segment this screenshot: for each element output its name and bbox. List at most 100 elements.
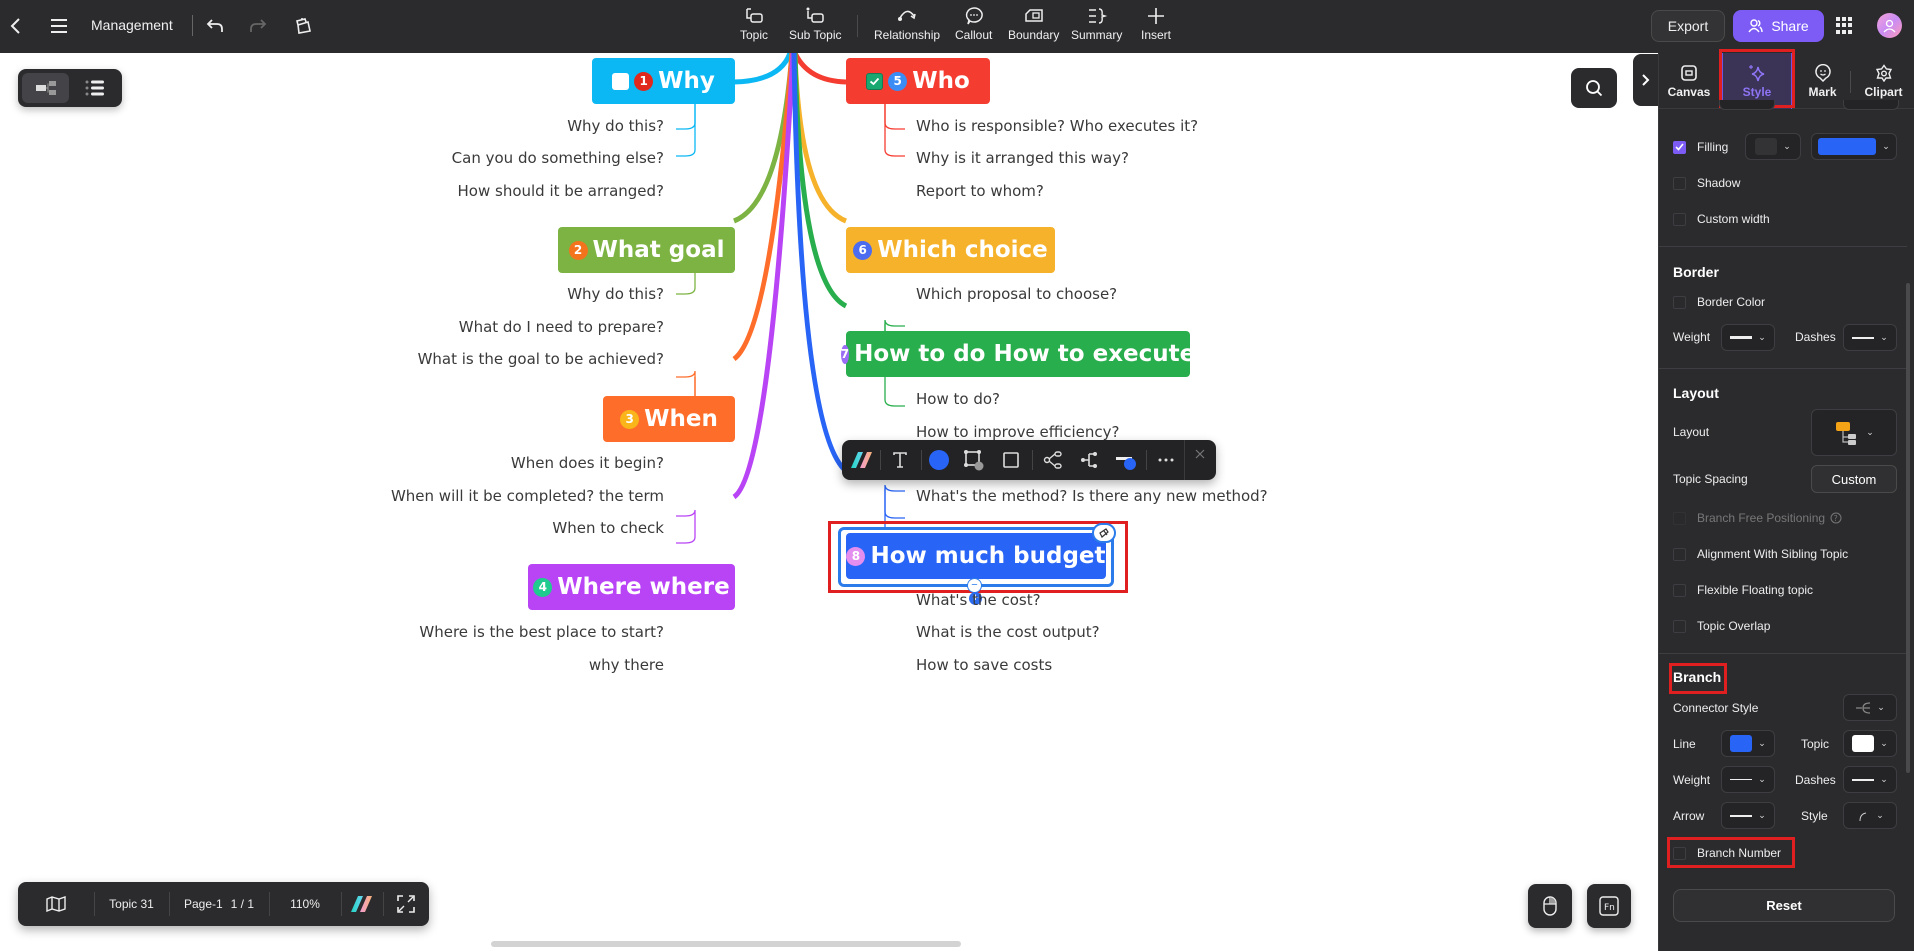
menu-button[interactable] — [46, 13, 72, 39]
horizontal-scrollbar[interactable] — [491, 941, 961, 947]
topic-overlap-checkbox[interactable] — [1673, 619, 1686, 633]
share-button[interactable]: Share — [1733, 10, 1824, 42]
fill-pattern-dropdown[interactable]: ⌄ — [1745, 133, 1801, 160]
subtopic[interactable]: When to check — [552, 519, 664, 537]
help-icon[interactable]: ? — [1830, 512, 1842, 524]
subtopic[interactable]: What is the goal to be achieved? — [418, 350, 664, 368]
ai-button[interactable] — [850, 448, 874, 472]
fill-color-dropdown[interactable]: ⌄ — [1811, 133, 1897, 160]
topic-how-to-execute[interactable]: 7 How to do How to execute — [840, 331, 1195, 377]
user-avatar[interactable] — [1877, 13, 1902, 38]
topic-spacing-button[interactable]: Custom — [1811, 465, 1897, 493]
topic-where[interactable]: 4 Where where — [528, 564, 735, 610]
search-button[interactable] — [1571, 68, 1617, 108]
subtopic[interactable]: Can you do something else? — [452, 149, 664, 167]
border-dashes-dropdown[interactable]: ⌄ — [1843, 324, 1897, 351]
line-style-button[interactable] — [1114, 448, 1138, 472]
branch-style-dropdown[interactable]: ⌄ — [1843, 802, 1897, 829]
border-style-button[interactable] — [962, 448, 986, 472]
topic-when[interactable]: 3 When — [603, 396, 735, 442]
alignment-sibling-checkbox[interactable] — [1673, 547, 1686, 561]
format-painter-button[interactable] — [290, 13, 316, 39]
outline-view-button[interactable] — [71, 73, 118, 103]
arrow-dropdown[interactable]: ⌄ — [1721, 802, 1775, 829]
document-title[interactable]: Management — [91, 17, 173, 33]
subtopic-tool[interactable]: Sub Topic — [789, 6, 841, 48]
topic-who[interactable]: 5 Who — [846, 58, 990, 104]
branch-dashes-dropdown[interactable]: ⌄ — [1843, 766, 1897, 793]
subtopic[interactable]: How to do? — [916, 390, 1000, 408]
alignment-sibling-option[interactable]: Alignment With Sibling Topic — [1673, 544, 1848, 564]
custom-width-option[interactable]: Custom width — [1673, 209, 1770, 229]
subtopic[interactable]: Who is responsible? Who executes it? — [916, 117, 1198, 135]
mindmap-view-button[interactable] — [22, 73, 69, 103]
filling-option[interactable]: Filling — [1673, 137, 1728, 157]
export-button[interactable]: Export — [1651, 10, 1725, 42]
subtopic[interactable]: What's the cost? — [916, 591, 1041, 609]
apps-grid-icon[interactable] — [1836, 17, 1853, 34]
line-color-dropdown[interactable]: ⌄ — [1721, 730, 1775, 757]
page-indicator[interactable]: Page-1 1 / 1 — [169, 882, 269, 926]
topic-which-choice[interactable]: 6 Which choice — [846, 227, 1055, 273]
subtopic[interactable]: Why do this? — [567, 117, 664, 135]
subtopic[interactable]: What do I need to prepare? — [459, 318, 664, 336]
collapse-panel-button[interactable] — [1633, 54, 1658, 106]
tab-canvas[interactable]: Canvas — [1659, 53, 1719, 109]
reset-button[interactable]: Reset — [1673, 889, 1895, 922]
redo-button[interactable] — [245, 13, 271, 39]
subtopic[interactable]: why there — [589, 656, 664, 674]
subtopic[interactable]: Where is the best place to start? — [419, 623, 664, 641]
minimap-button[interactable] — [18, 882, 94, 926]
branch-weight-dropdown[interactable]: ⌄ — [1721, 766, 1775, 793]
flexible-floating-option[interactable]: Flexible Floating topic — [1673, 580, 1813, 600]
undo-button[interactable] — [202, 13, 228, 39]
branch-number-option[interactable]: Branch Number — [1673, 843, 1781, 863]
topic-color-dropdown[interactable]: ⌄ — [1843, 730, 1897, 757]
flexible-floating-checkbox[interactable] — [1673, 583, 1686, 597]
shape-button[interactable] — [999, 448, 1023, 472]
shape-size-dropdown[interactable] — [1843, 100, 1899, 110]
zoom-level[interactable]: 110% — [269, 882, 341, 926]
subtopic[interactable]: How should it be arranged? — [458, 182, 664, 200]
topic-why[interactable]: 1 Why — [592, 58, 735, 104]
mindmap-canvas[interactable]: 1 Why Why do this? Can you do something … — [0, 53, 1658, 951]
style-brush-button[interactable] — [1092, 523, 1116, 543]
tab-mark[interactable]: Mark — [1795, 53, 1850, 109]
shape-dropdown[interactable] — [1719, 100, 1775, 110]
subtopic[interactable]: Which proposal to choose? — [916, 285, 1117, 303]
function-keys-button[interactable]: Fn — [1587, 884, 1631, 928]
close-toolbar-button[interactable] — [1188, 442, 1212, 466]
text-style-button[interactable] — [888, 448, 912, 472]
filling-checkbox[interactable] — [1673, 140, 1686, 154]
ai-assistant-button[interactable] — [341, 882, 383, 926]
summary-tool[interactable]: Summary — [1071, 6, 1122, 48]
callout-tool[interactable]: Callout — [955, 6, 992, 48]
custom-width-checkbox[interactable] — [1673, 212, 1686, 226]
connector-button[interactable] — [1078, 448, 1102, 472]
boundary-tool[interactable]: Boundary — [1008, 6, 1059, 48]
back-button[interactable] — [3, 13, 29, 39]
topic-how-much-budget[interactable]: 8 How much budget — [846, 533, 1106, 579]
shadow-option[interactable]: Shadow — [1673, 173, 1740, 193]
fill-color-button[interactable] — [927, 448, 951, 472]
border-weight-dropdown[interactable]: ⌄ — [1721, 324, 1775, 351]
insert-tool[interactable]: Insert — [1141, 6, 1171, 48]
topic-tool[interactable]: Topic — [740, 6, 768, 48]
subtopic[interactable]: How to improve efficiency? — [916, 423, 1119, 441]
subtopic[interactable]: When does it begin? — [511, 454, 664, 472]
connector-style-dropdown[interactable]: ⌄ — [1843, 694, 1897, 721]
topic-overlap-option[interactable]: Topic Overlap — [1673, 616, 1770, 636]
subtopic[interactable]: Report to whom? — [916, 182, 1044, 200]
subtopic[interactable]: How to save costs — [916, 656, 1052, 674]
border-color-checkbox[interactable] — [1673, 295, 1686, 309]
task-checkbox-icon[interactable] — [612, 72, 630, 90]
branch-number-checkbox[interactable] — [1673, 846, 1686, 860]
layout-dropdown[interactable]: ⌄ — [1811, 409, 1897, 456]
shadow-checkbox[interactable] — [1673, 176, 1686, 190]
task-checked-icon[interactable] — [866, 72, 884, 90]
relationship-tool[interactable]: Relationship — [874, 6, 940, 48]
more-button[interactable] — [1154, 448, 1178, 472]
layout-structure-button[interactable] — [1041, 448, 1065, 472]
subtopic[interactable]: Why is it arranged this way? — [916, 149, 1129, 167]
subtopic[interactable]: When will it be completed? the term — [391, 487, 664, 505]
